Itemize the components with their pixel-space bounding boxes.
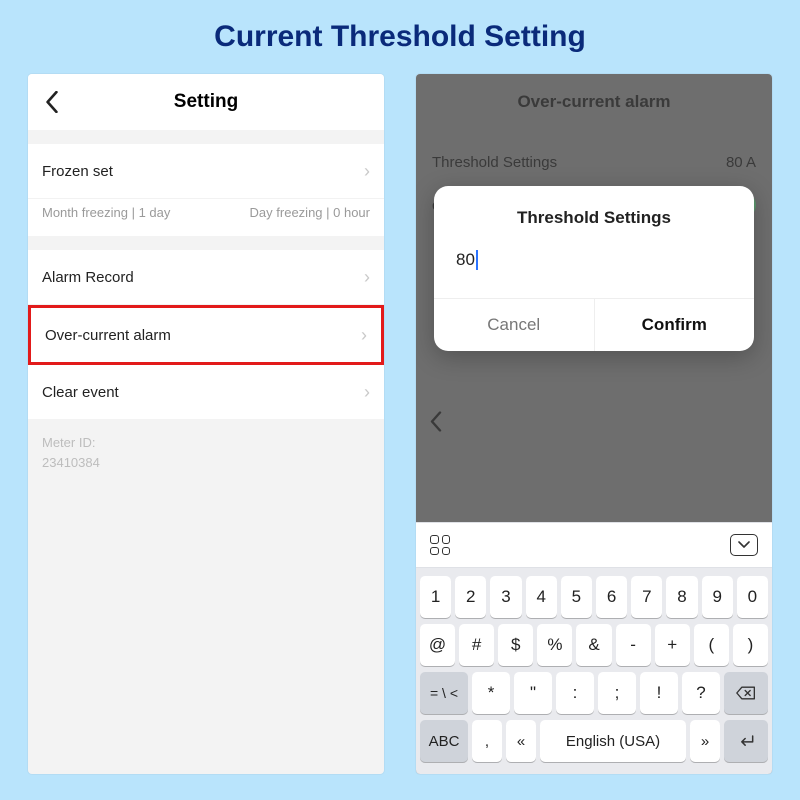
key-qmark[interactable]: ? xyxy=(682,672,720,714)
key-9[interactable]: 9 xyxy=(702,576,733,618)
phone-threshold-dialog: Over-current alarm Threshold Settings 80… xyxy=(416,74,772,774)
threshold-dialog: Threshold Settings 80 Cancel Confirm xyxy=(434,186,754,351)
key-enter[interactable] xyxy=(724,720,768,762)
keyboard-keys: 1 2 3 4 5 6 7 8 9 0 @ # $ xyxy=(416,568,772,774)
key-5[interactable]: 5 xyxy=(561,576,592,618)
dim-header-title: Over-current alarm xyxy=(517,92,670,112)
alarm-record-row[interactable]: Alarm Record › xyxy=(28,250,384,305)
key-4[interactable]: 4 xyxy=(526,576,557,618)
keyboard-toolbar xyxy=(416,522,772,568)
kb-row-3: = \ < * " : ; ! ? xyxy=(420,672,768,714)
key-raquo[interactable]: » xyxy=(690,720,720,762)
key-3[interactable]: 3 xyxy=(490,576,521,618)
key-laquo[interactable]: « xyxy=(506,720,536,762)
dim-threshold-label: Threshold Settings xyxy=(432,154,557,171)
key-plus[interactable]: + xyxy=(655,624,690,666)
dialog-buttons: Cancel Confirm xyxy=(434,298,754,351)
chevron-right-icon: › xyxy=(364,268,370,286)
dim-header: Over-current alarm xyxy=(416,74,772,130)
clear-event-row[interactable]: Clear event › xyxy=(28,365,384,419)
row-label: Clear event xyxy=(42,384,119,401)
frozen-set-detail: Month freezing | 1 day Day freezing | 0 … xyxy=(28,199,384,236)
key-quote[interactable]: " xyxy=(514,672,552,714)
phone-settings: Setting Frozen set › Month freezing | 1 … xyxy=(28,74,384,774)
confirm-button[interactable]: Confirm xyxy=(595,299,755,351)
key-star[interactable]: * xyxy=(472,672,510,714)
chevron-right-icon: › xyxy=(364,383,370,401)
month-freezing: Month freezing | 1 day xyxy=(42,205,170,220)
key-symbols[interactable]: = \ < xyxy=(420,672,468,714)
over-current-alarm-row[interactable]: Over-current alarm › xyxy=(28,305,384,365)
key-rparen[interactable]: ) xyxy=(733,624,768,666)
keyboard: 1 2 3 4 5 6 7 8 9 0 @ # $ xyxy=(416,522,772,774)
dim-threshold-row: Threshold Settings 80 A xyxy=(416,140,772,185)
header: Setting xyxy=(28,74,384,130)
day-freezing: Day freezing | 0 hour xyxy=(250,205,370,220)
key-semicolon[interactable]: ; xyxy=(598,672,636,714)
row-label: Frozen set xyxy=(42,163,113,180)
key-colon[interactable]: : xyxy=(556,672,594,714)
page-title: Current Threshold Setting xyxy=(0,0,800,54)
meter-id: Meter ID: 23410384 xyxy=(28,419,384,486)
chevron-right-icon: › xyxy=(364,162,370,180)
kb-row-2: @ # $ % & - + ( ) xyxy=(420,624,768,666)
kb-row-4: ABC , « English (USA) » xyxy=(420,720,768,762)
row-label: Over-current alarm xyxy=(45,327,171,344)
key-0[interactable]: 0 xyxy=(737,576,768,618)
key-dollar[interactable]: $ xyxy=(498,624,533,666)
back-button[interactable] xyxy=(38,88,66,116)
alarm-group: Alarm Record › Over-current alarm › Clea… xyxy=(28,250,384,419)
chevron-right-icon: › xyxy=(361,326,367,344)
key-lparen[interactable]: ( xyxy=(694,624,729,666)
key-6[interactable]: 6 xyxy=(596,576,627,618)
meter-id-label: Meter ID: xyxy=(42,433,370,453)
dim-threshold-value: 80 A xyxy=(726,154,756,171)
key-comma[interactable]: , xyxy=(472,720,502,762)
back-icon xyxy=(430,412,442,437)
key-8[interactable]: 8 xyxy=(666,576,697,618)
dialog-title: Threshold Settings xyxy=(434,186,754,242)
threshold-input[interactable]: 80 xyxy=(434,242,754,298)
key-minus[interactable]: - xyxy=(616,624,651,666)
key-hash[interactable]: # xyxy=(459,624,494,666)
key-space[interactable]: English (USA) xyxy=(540,720,686,762)
key-amp[interactable]: & xyxy=(576,624,611,666)
hide-keyboard-icon[interactable] xyxy=(730,534,758,556)
key-2[interactable]: 2 xyxy=(455,576,486,618)
key-backspace[interactable] xyxy=(724,672,768,714)
frozen-set-row[interactable]: Frozen set › xyxy=(28,144,384,199)
cancel-button[interactable]: Cancel xyxy=(434,299,595,351)
grid-icon[interactable] xyxy=(430,535,450,555)
key-percent[interactable]: % xyxy=(537,624,572,666)
kb-row-1: 1 2 3 4 5 6 7 8 9 0 xyxy=(420,576,768,618)
meter-id-value: 23410384 xyxy=(42,453,370,473)
text-cursor xyxy=(476,250,478,270)
key-7[interactable]: 7 xyxy=(631,576,662,618)
key-abc[interactable]: ABC xyxy=(420,720,468,762)
threshold-input-value: 80 xyxy=(456,250,475,270)
row-label: Alarm Record xyxy=(42,269,134,286)
key-at[interactable]: @ xyxy=(420,624,455,666)
key-1[interactable]: 1 xyxy=(420,576,451,618)
key-bang[interactable]: ! xyxy=(640,672,678,714)
frozen-set-group: Frozen set › Month freezing | 1 day Day … xyxy=(28,144,384,236)
header-title: Setting xyxy=(174,91,238,113)
